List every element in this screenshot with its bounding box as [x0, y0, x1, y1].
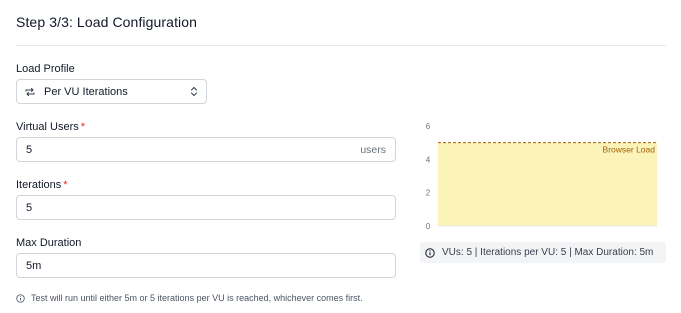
info-icon	[16, 293, 25, 303]
config-summary-text: VUs: 5 | Iterations per VU: 5 | Max Dura…	[442, 247, 654, 258]
series-label: Browser Load	[603, 145, 656, 155]
run-note-text: Test will run until either 5m or 5 itera…	[31, 293, 363, 303]
iterations-value: 5	[26, 201, 33, 214]
iterations-input[interactable]: 5	[16, 195, 396, 220]
run-note: Test will run until either 5m or 5 itera…	[16, 293, 363, 303]
info-icon	[425, 247, 435, 258]
required-mark: *	[63, 179, 68, 191]
load-profile-value: Per VU Iterations	[44, 85, 128, 98]
y-tick-label: 6	[426, 122, 431, 131]
header-divider	[16, 45, 666, 46]
page-title: Step 3/3: Load Configuration	[16, 14, 198, 30]
load-profile-label: Load Profile	[16, 63, 75, 75]
virtual-users-value: 5	[26, 143, 33, 156]
y-tick-label: 2	[426, 189, 431, 198]
config-summary: VUs: 5 | Iterations per VU: 5 | Max Dura…	[420, 242, 666, 263]
load-chart-svg: Browser Load 0 2 4 6	[426, 122, 657, 231]
required-mark: *	[80, 121, 86, 133]
y-tick-label: 4	[426, 155, 431, 164]
load-profile-select[interactable]: Per VU Iterations	[16, 79, 207, 104]
iterations-label-text: Iterations	[16, 179, 62, 191]
virtual-users-label: Virtual Users *	[16, 121, 85, 133]
series-area	[438, 142, 657, 226]
iterations-label: Iterations *	[16, 179, 68, 191]
max-duration-label: Max Duration	[16, 237, 82, 249]
max-duration-input[interactable]: 5m	[16, 253, 396, 278]
max-duration-value: 5m	[26, 259, 42, 272]
y-tick-label: 0	[426, 222, 431, 231]
load-chart: Browser Load 0 2 4 6	[420, 118, 666, 236]
virtual-users-label-text: Virtual Users	[16, 121, 79, 133]
virtual-users-suffix: users	[360, 143, 386, 156]
chevron-up-down-icon	[190, 86, 198, 97]
repeat-icon	[25, 87, 35, 97]
virtual-users-input[interactable]: 5 users	[16, 137, 396, 162]
